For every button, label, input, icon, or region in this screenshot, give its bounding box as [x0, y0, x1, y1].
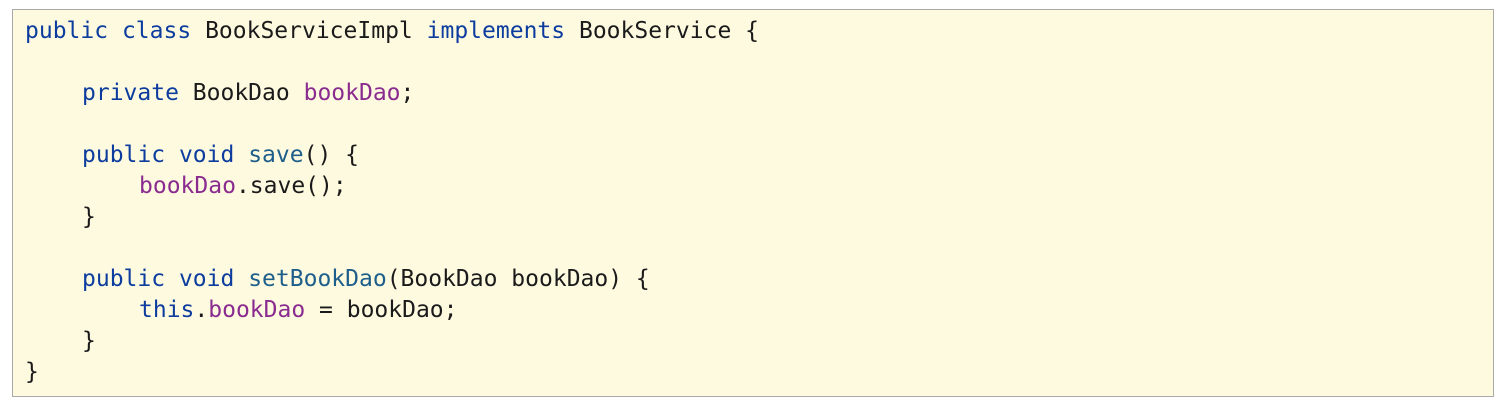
code-lines: public class BookServiceImpl implements …: [25, 16, 759, 388]
code-line-5: public void save() {: [25, 140, 759, 171]
method-name-setbookdao: setBookDao: [248, 266, 387, 292]
code-block: public class BookServiceImpl implements …: [12, 9, 1494, 397]
code-line-2-blank: [25, 47, 759, 78]
keyword-public: public: [82, 142, 166, 168]
keyword-class: class: [121, 18, 192, 44]
close-brace: }: [25, 359, 39, 385]
code-line-1: public class BookServiceImpl implements …: [25, 16, 759, 47]
open-brace: {: [745, 18, 760, 44]
method-params: (BookDao bookDao) {: [386, 266, 650, 292]
field-type: BookDao: [192, 80, 290, 106]
field-reference: bookDao: [139, 173, 236, 199]
close-brace: }: [82, 328, 96, 354]
assignment: = bookDao;: [305, 297, 458, 323]
method-call: .save();: [235, 173, 347, 199]
keyword-private: private: [82, 80, 179, 106]
code-line-10: this.bookDao = bookDao;: [25, 295, 759, 326]
field-reference: bookDao: [208, 297, 306, 323]
method-name-save: save: [248, 142, 304, 168]
code-line-9: public void setBookDao(BookDao bookDao) …: [25, 264, 759, 295]
code-line-8-blank: [25, 233, 759, 264]
keyword-this: this: [139, 297, 195, 323]
keyword-void: void: [178, 142, 235, 168]
keyword-void: void: [178, 266, 235, 292]
code-line-4-blank: [25, 109, 759, 140]
code-line-11: }: [25, 326, 759, 357]
keyword-public: public: [25, 18, 109, 44]
keyword-implements: implements: [426, 18, 566, 44]
code-line-3: private BookDao bookDao;: [25, 78, 759, 109]
interface-name: BookService: [578, 18, 732, 44]
code-line-6: bookDao.save();: [25, 171, 759, 202]
close-brace: }: [82, 204, 96, 230]
semicolon: ;: [400, 80, 415, 106]
keyword-public: public: [82, 266, 166, 292]
code-line-7: }: [25, 202, 759, 233]
field-name: bookDao: [303, 80, 401, 106]
method-signature: () {: [303, 142, 359, 168]
class-name: BookServiceImpl: [205, 18, 413, 44]
code-line-12: }: [25, 357, 759, 388]
dot: .: [194, 297, 209, 323]
